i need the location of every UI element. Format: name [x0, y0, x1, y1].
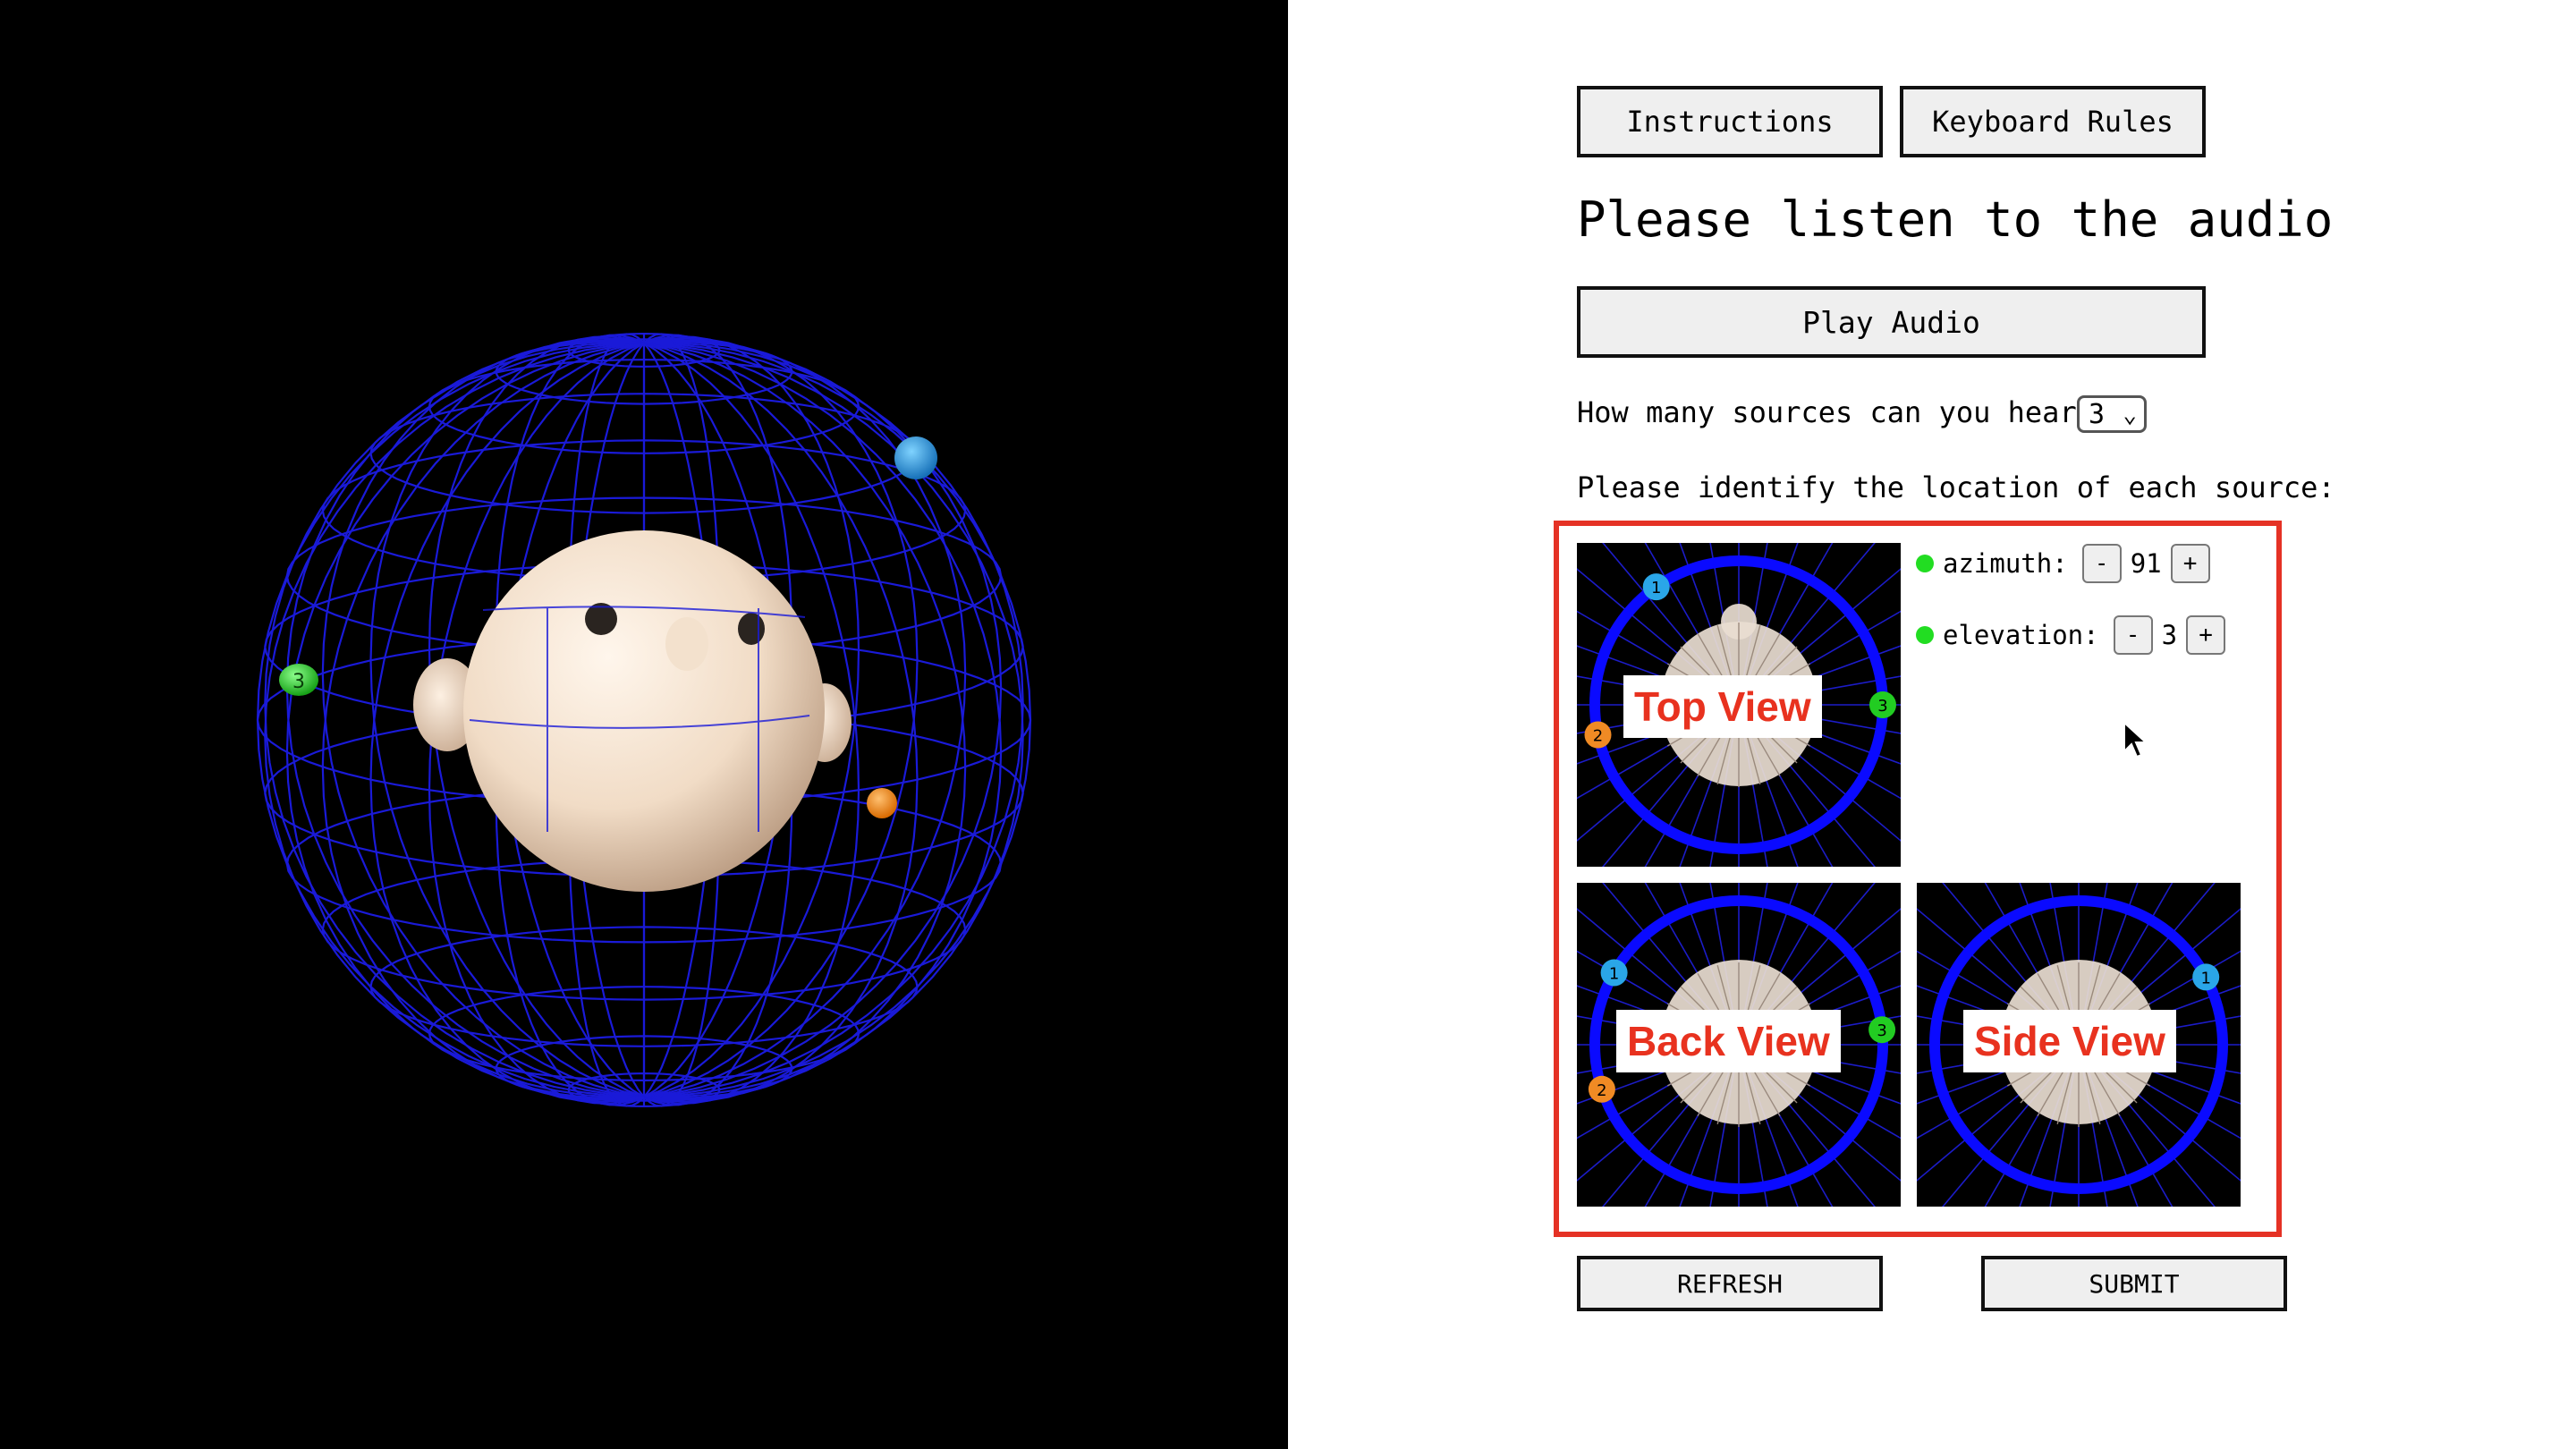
active-source-dot-icon	[1916, 626, 1934, 644]
sources-question-label: How many sources can you hear?	[1577, 395, 2094, 429]
svg-text:2: 2	[1597, 1081, 1606, 1100]
svg-text:2: 2	[1593, 727, 1603, 746]
azimuth-label: azimuth:	[1943, 548, 2068, 579]
source-2-marker-icon[interactable]: 2	[1584, 721, 1612, 749]
side-view-canvas[interactable]: 1 Side View	[1917, 883, 2241, 1207]
elevation-value: 3	[2161, 620, 2178, 650]
azimuth-control: azimuth: - 91 +	[1916, 544, 2210, 583]
submit-button[interactable]: SUBMIT	[1981, 1256, 2287, 1311]
keyboard-rules-button[interactable]: Keyboard Rules	[1900, 86, 2206, 157]
svg-text:3: 3	[1877, 697, 1887, 716]
source-marker-2-icon[interactable]	[867, 788, 897, 818]
side-view-label: Side View	[1963, 1010, 2176, 1072]
3d-scene-canvas[interactable]: 3	[0, 0, 1288, 1449]
page-title: Please listen to the audio	[1577, 191, 2334, 248]
svg-text:3: 3	[292, 671, 305, 693]
source-1-marker-icon[interactable]: 1	[2192, 963, 2220, 991]
azimuth-value: 91	[2130, 548, 2162, 579]
play-audio-button[interactable]: Play Audio	[1577, 286, 2206, 358]
wireframe-sphere-graphic: 3	[256, 332, 1032, 1107]
elevation-label: elevation:	[1943, 620, 2099, 650]
svg-text:1: 1	[1651, 579, 1661, 597]
active-source-dot-icon	[1916, 555, 1934, 572]
chevron-down-icon: ⌄	[2123, 402, 2137, 428]
elevation-increment-button[interactable]: +	[2186, 615, 2226, 655]
locate-prompt-label: Please identify the location of each sou…	[1577, 470, 2335, 504]
top-view-canvas[interactable]: 1 2 3 Top View	[1577, 543, 1901, 867]
refresh-button[interactable]: REFRESH	[1577, 1256, 1883, 1311]
svg-text:3: 3	[1877, 1021, 1886, 1040]
mouse-cursor-icon	[2123, 721, 2148, 758]
azimuth-decrement-button[interactable]: -	[2081, 544, 2122, 583]
elevation-control: elevation: - 3 +	[1916, 615, 2226, 655]
sources-count-select[interactable]: 3 ⌄	[2077, 395, 2147, 433]
back-view-canvas[interactable]: 1 2 3 Back View	[1577, 883, 1901, 1207]
instructions-button[interactable]: Instructions	[1577, 86, 1883, 157]
elevation-decrement-button[interactable]: -	[2113, 615, 2153, 655]
source-3-marker-icon[interactable]: 3	[1868, 1016, 1896, 1044]
azimuth-increment-button[interactable]: +	[2170, 544, 2210, 583]
source-1-marker-icon[interactable]: 1	[1600, 959, 1628, 987]
back-view-label: Back View	[1616, 1010, 1841, 1072]
top-view-label: Top View	[1623, 675, 1822, 738]
svg-text:1: 1	[1609, 965, 1619, 984]
sources-count-value: 3	[2089, 398, 2106, 430]
source-2-marker-icon[interactable]: 2	[1588, 1075, 1615, 1103]
svg-text:1: 1	[2200, 969, 2210, 987]
source-marker-3-icon[interactable]: 3	[279, 664, 318, 696]
source-3-marker-icon[interactable]: 3	[1869, 691, 1896, 718]
source-marker-1-icon[interactable]	[894, 436, 937, 479]
head-model	[413, 530, 852, 892]
source-1-marker-icon[interactable]: 1	[1642, 573, 1670, 601]
